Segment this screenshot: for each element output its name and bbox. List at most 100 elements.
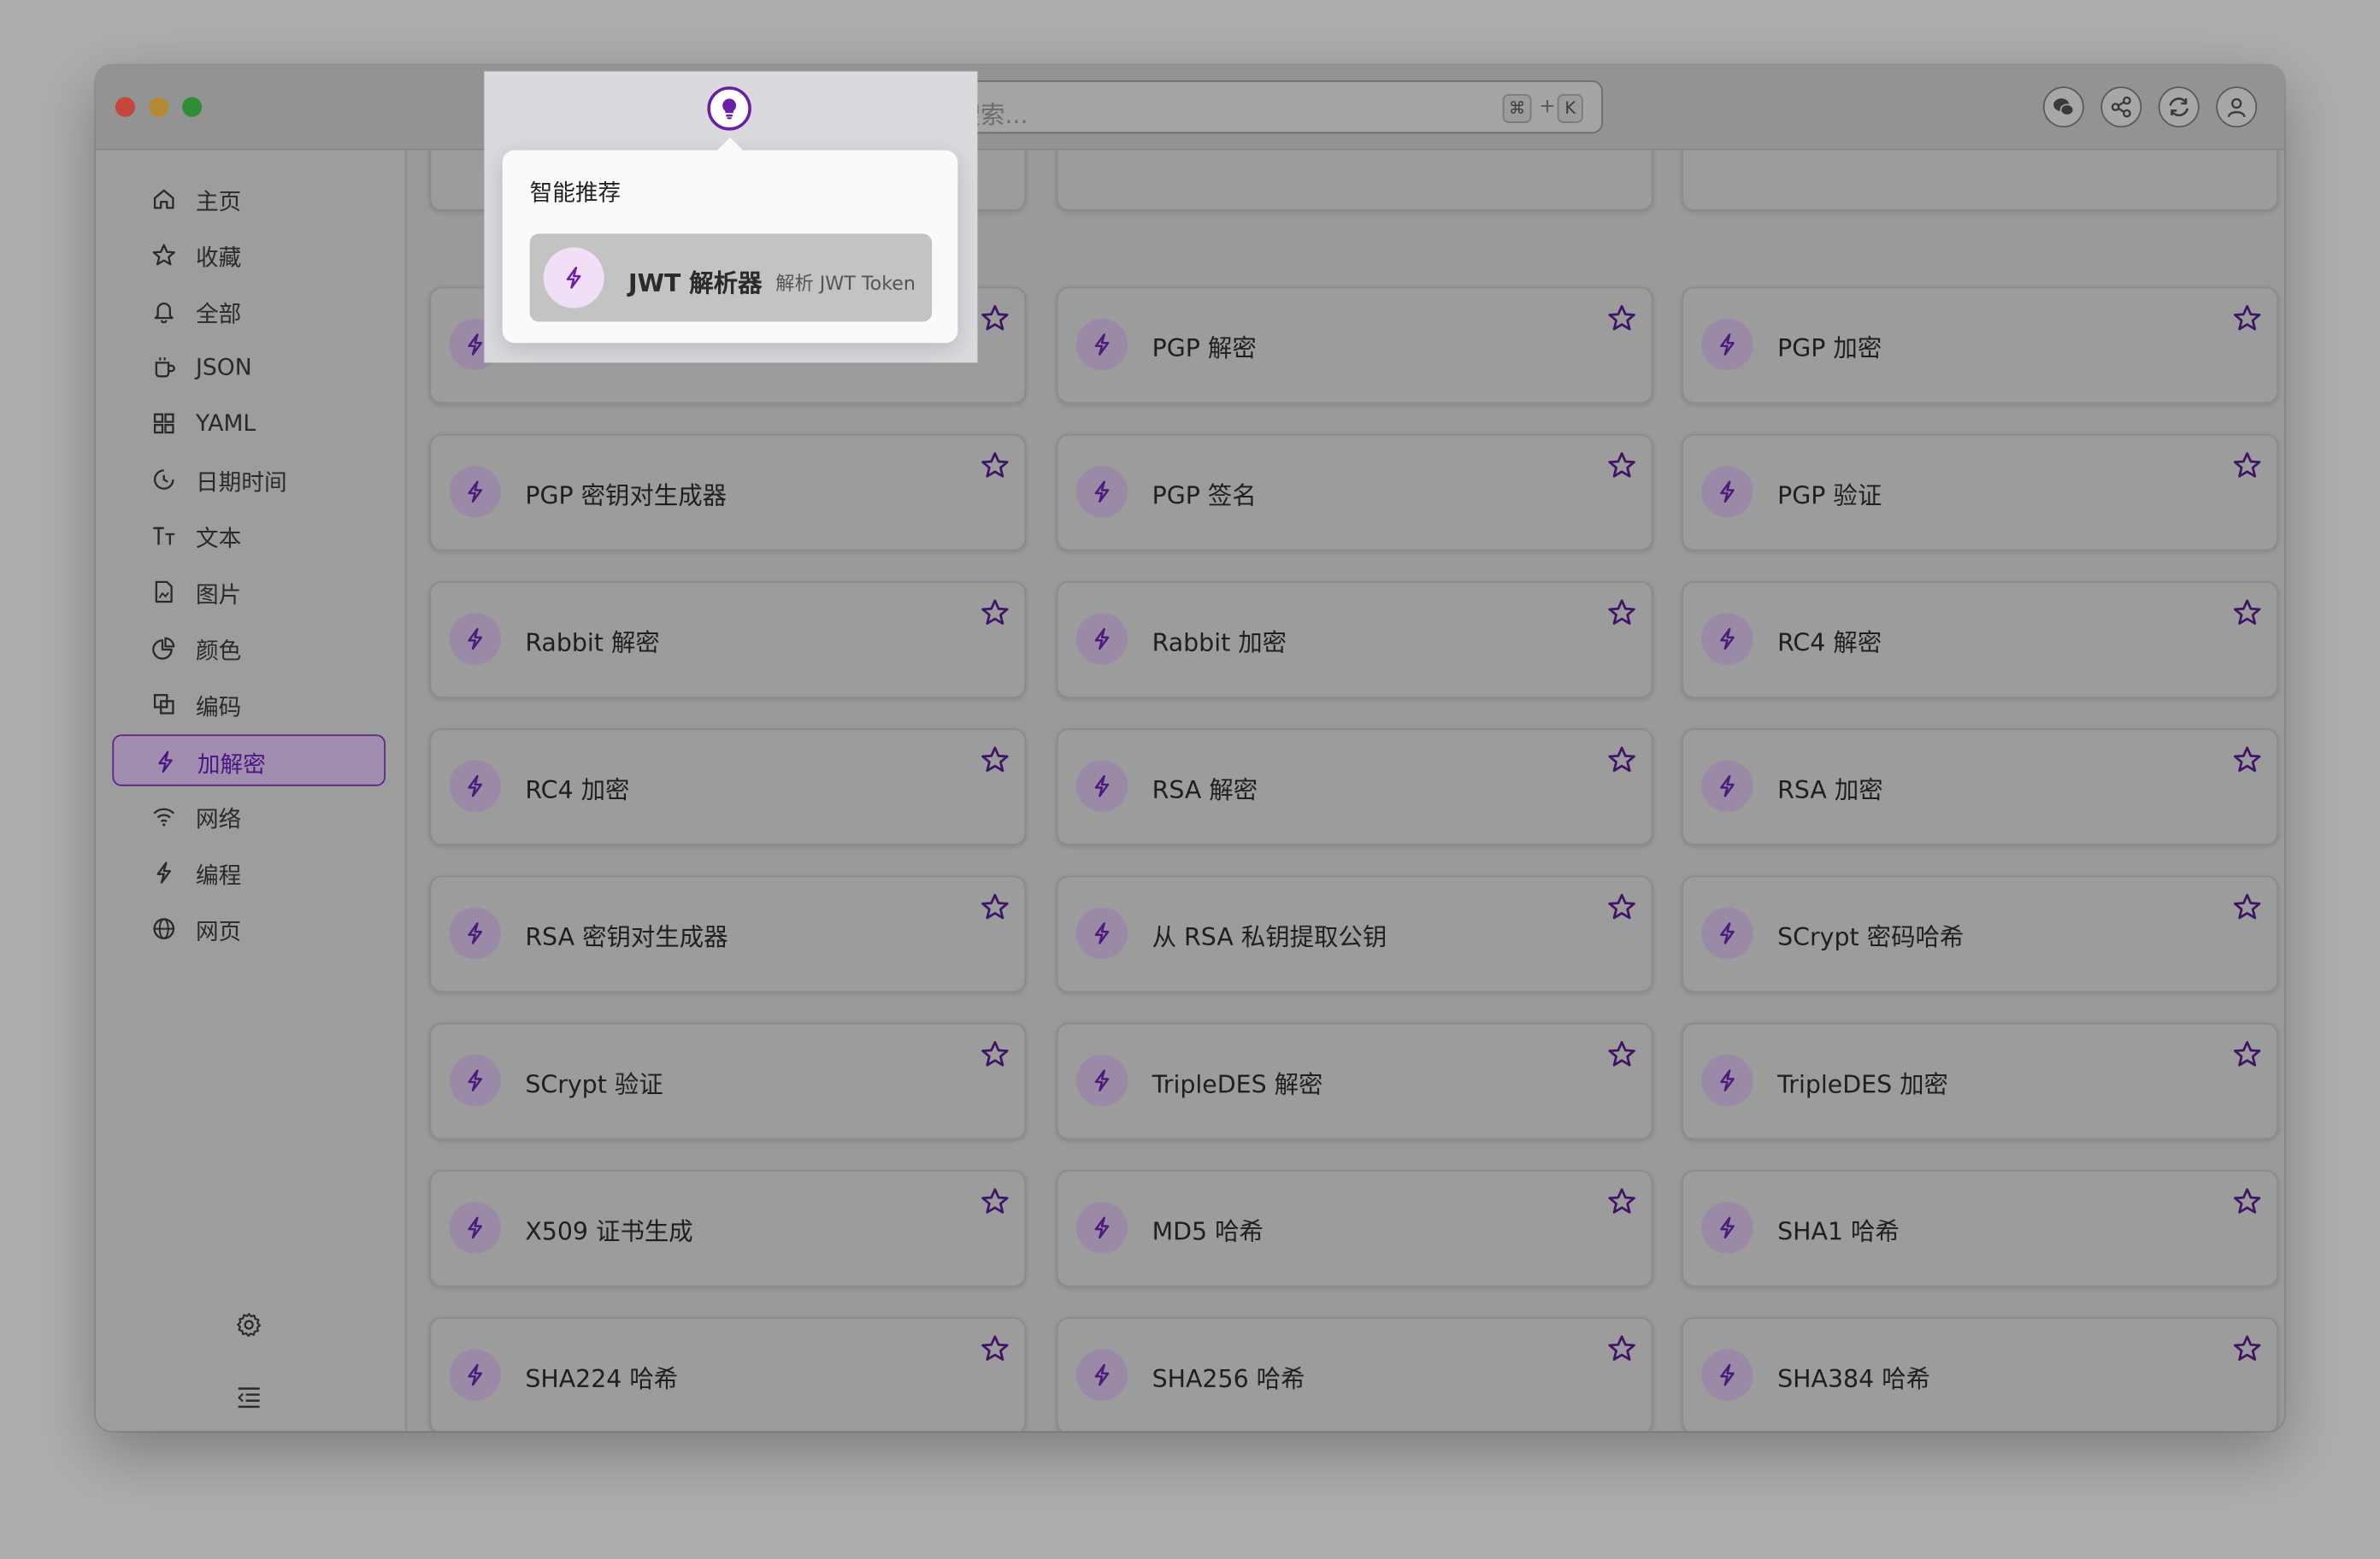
favorite-star-icon[interactable] bbox=[981, 745, 1010, 774]
sidebar-item-label: JSON bbox=[196, 353, 252, 381]
sidebar-item-color[interactable]: 颜色 bbox=[112, 622, 386, 674]
sidebar-item-home[interactable]: 主页 bbox=[112, 173, 386, 224]
home-icon bbox=[153, 189, 174, 209]
sidebar-item-label: 网络 bbox=[196, 805, 242, 833]
favorite-star-icon[interactable] bbox=[2233, 450, 2262, 479]
tool-card[interactable]: SHA224 哈希 bbox=[429, 1317, 1027, 1432]
tool-card[interactable]: RSA 加密 bbox=[1682, 728, 2279, 845]
sidebar-item-yaml[interactable]: YAML bbox=[112, 397, 386, 449]
wechat-button[interactable] bbox=[2042, 86, 2084, 128]
tool-card[interactable]: PGP 解密 bbox=[1056, 286, 1653, 404]
sidebar-item-encoding[interactable]: 编码 bbox=[112, 679, 386, 730]
tool-icon-badge bbox=[1701, 1054, 1753, 1107]
favorite-star-icon[interactable] bbox=[981, 303, 1010, 332]
favorite-star-icon[interactable] bbox=[1607, 1039, 1636, 1068]
tool-card-label: SHA384 哈希 bbox=[1777, 1364, 1931, 1393]
tool-card[interactable]: X509 证书生成 bbox=[429, 1169, 1027, 1287]
favorite-star-icon[interactable] bbox=[981, 1039, 1010, 1068]
zoom-window-button[interactable] bbox=[182, 97, 203, 117]
favorite-star-icon[interactable] bbox=[2233, 598, 2262, 627]
bolt-icon bbox=[468, 1216, 483, 1239]
tool-card[interactable]: Rabbit 加密 bbox=[1056, 581, 1653, 698]
sidebar-item-label: 编码 bbox=[196, 693, 242, 721]
bolt-icon bbox=[1094, 1363, 1110, 1386]
user-button[interactable] bbox=[2216, 86, 2258, 128]
favorite-star-icon[interactable] bbox=[1607, 1186, 1636, 1215]
tool-card[interactable]: 从 RSA 私钥提取公钥 bbox=[1056, 875, 1653, 993]
favorite-star-icon[interactable] bbox=[2233, 892, 2262, 921]
bolt-icon bbox=[468, 627, 483, 650]
sidebar-item-image[interactable]: 图片 bbox=[112, 566, 386, 617]
tool-icon-badge bbox=[1075, 1202, 1128, 1254]
bolt-icon bbox=[468, 922, 483, 944]
sync-button[interactable] bbox=[2158, 86, 2200, 128]
sidebar-item-text[interactable]: 文本 bbox=[112, 510, 386, 562]
favorite-star-icon[interactable] bbox=[1607, 1334, 1636, 1363]
sidebar-item-crypto[interactable]: 加解密 bbox=[112, 734, 386, 786]
recommended-tool-description: 解析 JWT Token bbox=[775, 271, 916, 295]
bolt-icon bbox=[1720, 333, 1735, 356]
favorite-star-icon[interactable] bbox=[1607, 450, 1636, 479]
tool-card[interactable]: Rabbit 解密 bbox=[429, 581, 1027, 698]
tool-card[interactable]: RSA 密钥对生成器 bbox=[429, 875, 1027, 993]
favorite-star-icon[interactable] bbox=[2233, 745, 2262, 774]
tool-icon-badge bbox=[1701, 1202, 1753, 1254]
sidebar-item-label: 加解密 bbox=[197, 750, 266, 779]
k-key-badge: K bbox=[1557, 94, 1583, 123]
tool-icon-badge bbox=[1075, 760, 1128, 812]
tool-card[interactable]: SCrypt 密码哈希 bbox=[1682, 875, 2279, 993]
collapse-menu-icon[interactable] bbox=[235, 1382, 262, 1409]
recommended-tool-item[interactable]: JWT 解析器 解析 JWT Token bbox=[529, 233, 933, 322]
tool-card[interactable]: RSA 解密 bbox=[1056, 728, 1653, 845]
sidebar-item-web[interactable]: 网页 bbox=[112, 903, 386, 954]
favorite-star-icon[interactable] bbox=[1607, 598, 1636, 627]
minimize-window-button[interactable] bbox=[148, 97, 169, 117]
sidebar-item-all[interactable]: 全部 bbox=[112, 285, 386, 337]
sidebar-item-programming[interactable]: 编程 bbox=[112, 847, 386, 898]
favorite-star-icon[interactable] bbox=[981, 598, 1010, 627]
tool-card[interactable]: SCrypt 验证 bbox=[429, 1022, 1027, 1140]
favorite-star-icon[interactable] bbox=[981, 450, 1010, 479]
bolt-icon bbox=[1094, 627, 1110, 650]
settings-icon[interactable] bbox=[235, 1311, 262, 1338]
user-icon bbox=[2227, 97, 2246, 118]
title-bar: 输入关键字搜索... ⌘ + K bbox=[95, 65, 2285, 150]
sidebar-item-json[interactable]: JSON bbox=[112, 341, 386, 392]
favorite-star-icon[interactable] bbox=[981, 1186, 1010, 1215]
favorite-star-icon[interactable] bbox=[981, 1334, 1010, 1363]
close-window-button[interactable] bbox=[115, 97, 136, 117]
favorite-star-icon[interactable] bbox=[2233, 1334, 2262, 1363]
favorite-star-icon[interactable] bbox=[2233, 1039, 2262, 1068]
tool-icon-badge bbox=[449, 1349, 501, 1401]
sidebar-item-datetime[interactable]: 日期时间 bbox=[112, 454, 386, 505]
bolt-icon bbox=[1720, 1363, 1735, 1386]
tool-card[interactable]: SHA1 哈希 bbox=[1682, 1169, 2279, 1287]
tool-card[interactable]: PGP 加密 bbox=[1682, 286, 2279, 404]
tool-card[interactable]: PGP 验证 bbox=[1682, 433, 2279, 551]
favorite-star-icon[interactable] bbox=[2233, 303, 2262, 332]
favorite-star-icon[interactable] bbox=[981, 892, 1010, 921]
favorite-star-icon[interactable] bbox=[1607, 745, 1636, 774]
smart-recommend-button[interactable] bbox=[707, 86, 751, 131]
tool-card[interactable]: RC4 解密 bbox=[1682, 581, 2279, 698]
tool-card[interactable]: PGP 签名 bbox=[1056, 433, 1653, 551]
bolt-icon bbox=[468, 1069, 483, 1091]
tool-card-partial[interactable] bbox=[1056, 150, 1653, 211]
favorite-star-icon[interactable] bbox=[1607, 892, 1636, 921]
tool-card[interactable]: MD5 哈希 bbox=[1056, 1169, 1653, 1287]
sidebar-item-favorites[interactable]: 收藏 bbox=[112, 229, 386, 280]
sidebar-item-label: 全部 bbox=[196, 300, 242, 328]
sidebar-item-network[interactable]: 网络 bbox=[112, 791, 386, 842]
bolt-icon bbox=[1720, 922, 1735, 944]
tool-card[interactable]: TripleDES 加密 bbox=[1682, 1022, 2279, 1140]
share-button[interactable] bbox=[2100, 86, 2142, 128]
tool-card[interactable]: RC4 加密 bbox=[429, 728, 1027, 845]
favorite-star-icon[interactable] bbox=[1607, 303, 1636, 332]
tool-card[interactable]: SHA384 哈希 bbox=[1682, 1317, 2279, 1432]
favorite-star-icon[interactable] bbox=[2233, 1186, 2262, 1215]
tool-card-partial[interactable] bbox=[1682, 150, 2279, 211]
tool-card[interactable]: TripleDES 解密 bbox=[1056, 1022, 1653, 1140]
tool-card[interactable]: PGP 密钥对生成器 bbox=[429, 433, 1027, 551]
app-window: 输入关键字搜索... ⌘ + K bbox=[95, 65, 2285, 1432]
tool-card[interactable]: SHA256 哈希 bbox=[1056, 1317, 1653, 1432]
